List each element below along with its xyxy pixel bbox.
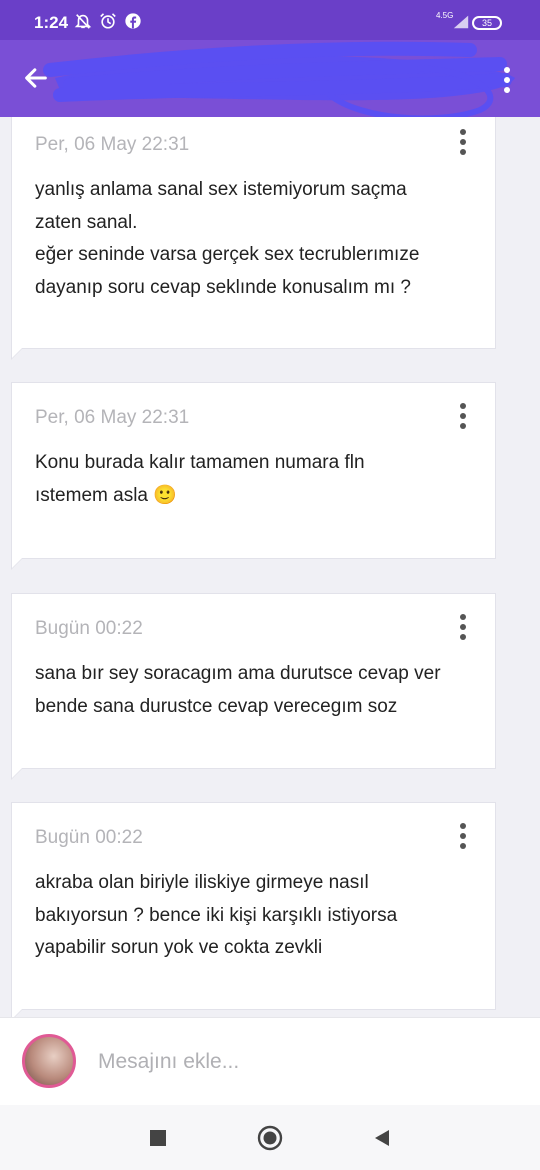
message-menu-icon[interactable] <box>452 821 474 851</box>
status-time: 1:24 <box>34 13 69 32</box>
message-line: sana bır sey soracagım ama durutsce ceva… <box>35 663 441 684</box>
message-text: akraba olan biriyle iliskiye girmeye nas… <box>35 867 475 965</box>
message-timestamp: Per, 06 May 22:31 <box>35 407 190 428</box>
message-text: sana bır sey soracagım ama durutsce ceva… <box>35 658 475 723</box>
recents-icon[interactable] <box>144 1124 172 1152</box>
message-composer <box>0 1017 540 1106</box>
back-icon[interactable] <box>368 1124 396 1152</box>
mute-icon <box>74 14 92 29</box>
message-card: Bugün 00:22 sana bır sey soracagım ama d… <box>11 593 496 780</box>
message-card: Bugün 00:22 akraba olan biriyle iliskiye… <box>11 802 496 1017</box>
message-line: ıstemem asla 🙂 <box>35 484 177 506</box>
message-timestamp: Bugün 00:22 <box>35 827 143 848</box>
message-line: bakıyorsun ? bence iki kişi karşıklı ist… <box>35 904 398 926</box>
message-card: Per, 06 May 22:31 Konu burada kalır tama… <box>11 382 496 570</box>
message-timestamp: Bugün 00:22 <box>35 618 143 639</box>
message-line: yanlış anlama sanal sex istemiyorum saçm… <box>35 179 407 200</box>
message-line: akraba olan biriyle iliskiye girmeye nas… <box>35 872 369 893</box>
message-timestamp: Per, 06 May 22:31 <box>35 134 190 155</box>
message-line: eğer seninde varsa gerçek sex tecrublerı… <box>35 244 420 265</box>
message-menu-icon[interactable] <box>452 127 474 157</box>
battery-level: 35 <box>481 18 492 28</box>
overflow-menu-icon[interactable] <box>496 66 518 94</box>
message-menu-icon[interactable] <box>452 612 474 642</box>
message-card: Per, 06 May 22:31 yanlış anlama sanal se… <box>11 117 496 360</box>
alarm-icon <box>100 13 116 29</box>
message-input[interactable] <box>98 1044 498 1080</box>
message-line: dayanıp soru cevap seklınde konusalım mı… <box>35 276 411 298</box>
facebook-icon <box>125 13 141 29</box>
system-nav-bar <box>0 1105 540 1170</box>
status-bar: 1:24 4.5G 35 <box>0 0 540 40</box>
network-label: 4.5G <box>436 11 454 20</box>
message-line: Konu burada kalır tamamen numara fln <box>35 452 365 473</box>
message-text: yanlış anlama sanal sex istemiyorum saçm… <box>35 174 475 304</box>
message-line: zaten sanal. <box>35 211 138 233</box>
message-menu-icon[interactable] <box>452 401 474 431</box>
message-list[interactable]: Per, 06 May 22:31 yanlış anlama sanal se… <box>0 117 540 1017</box>
home-icon[interactable] <box>256 1124 284 1152</box>
battery-indicator: 35 <box>472 16 502 30</box>
message-line: yapabilir sorun yok ve cokta zevkli <box>35 937 323 958</box>
message-line: bende sana durustce cevap verecegım soz <box>35 695 398 717</box>
app-bar <box>0 40 540 117</box>
avatar[interactable] <box>22 1034 76 1088</box>
message-text: Konu burada kalır tamamen numara fln ıst… <box>35 447 475 512</box>
redaction-scribble <box>43 41 515 117</box>
signal-icon <box>453 15 469 29</box>
